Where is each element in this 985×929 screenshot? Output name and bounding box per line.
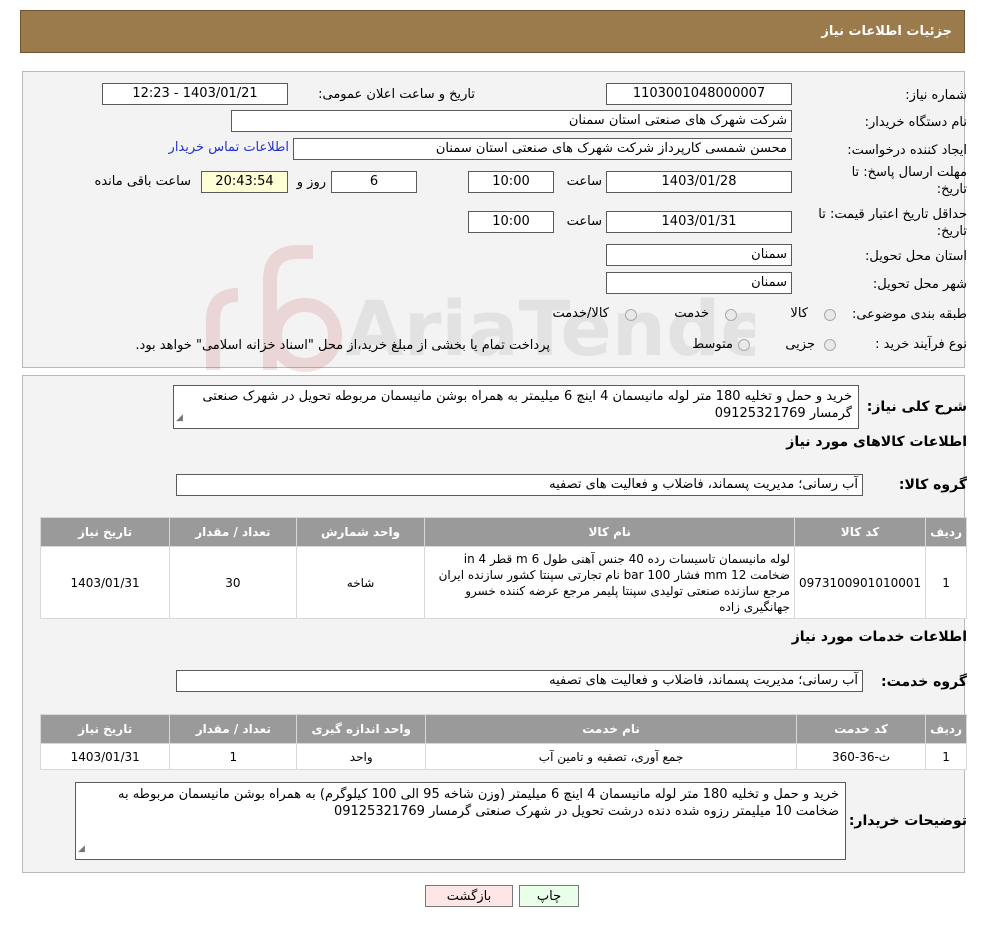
need-number-field: 1103001048000007 — [606, 83, 792, 105]
price-validity-time-field: 10:00 — [468, 211, 554, 233]
services-row-number: 1 — [925, 743, 967, 770]
services-group-field: آب رسانی؛ مدیریت پسماند، فاضلاب و فعالیت… — [176, 670, 863, 692]
process-radio-medium[interactable] — [738, 339, 750, 351]
days-label: روز و — [296, 175, 326, 190]
goods-col-unit: واحد شمارش — [295, 517, 426, 547]
services-col-code: کد خدمت — [795, 714, 927, 744]
deadline-date-label: تاریخ: — [936, 182, 967, 197]
announce-label: تاریخ و ساعت اعلان عمومی: — [318, 87, 475, 102]
buyer-notes-text: خرید و حمل و تخلیه 180 متر لوله مانیسمان… — [75, 782, 846, 860]
goods-table-header: ردیف کد کالا نام کالا واحد شمارش تعداد /… — [39, 517, 967, 547]
summary-content: خرید و حمل و تخلیه 180 متر لوله مانیسمان… — [202, 389, 852, 421]
remaining-time-label: ساعت باقی مانده — [94, 174, 191, 189]
goods-group-field: آب رسانی؛ مدیریت پسماند، فاضلاب و فعالیت… — [176, 474, 863, 496]
buyer-org-label: نام دستگاه خریدار: — [864, 115, 967, 130]
services-col-qty: تعداد / مقدار — [169, 714, 298, 744]
goods-table: ردیف کد کالا نام کالا واحد شمارش تعداد /… — [39, 517, 967, 619]
services-row-qty: 1 — [169, 743, 298, 770]
category-radio-goods[interactable] — [824, 309, 836, 321]
buyer-org-field: شرکت شهرک های صنعتی استان سمنان — [231, 110, 792, 132]
deadline-time-label: ساعت — [566, 174, 602, 189]
goods-col-name: نام کالا — [424, 517, 795, 547]
category-radio-goods-service[interactable] — [625, 309, 637, 321]
services-col-row: ردیف — [925, 714, 967, 744]
price-validity-time-label: ساعت — [566, 214, 602, 229]
price-validity-date-field: 1403/01/31 — [606, 211, 792, 233]
category-radio-service[interactable] — [725, 309, 737, 321]
creator-field: محسن شمسی کارپرداز شرکت شهرک های صنعتی ا… — [293, 138, 792, 160]
province-field: سمنان — [606, 244, 792, 266]
services-row-code: ث-36-360 — [795, 743, 927, 770]
table-row: 1 ث-36-360 جمع آوری، تصفیه و تامین آب وا… — [39, 743, 967, 770]
goods-row-date: 1403/01/31 — [39, 546, 171, 619]
services-col-name: نام خدمت — [425, 714, 797, 744]
remaining-time-field: 20:43:54 — [201, 171, 288, 193]
buyer-contact-link[interactable]: اطلاعات تماس خریدار — [169, 140, 289, 155]
process-radio-minor[interactable] — [824, 339, 836, 351]
summary-text: خرید و حمل و تخلیه 180 متر لوله مانیسمان… — [173, 385, 859, 429]
process-note: پرداخت تمام یا بخشی از مبلغ خرید،از محل … — [135, 338, 550, 353]
services-group-label: گروه خدمت: — [881, 674, 967, 690]
services-table-header: ردیف کد خدمت نام خدمت واحد اندازه گیری ت… — [39, 714, 967, 744]
goods-row-unit: شاخه — [295, 546, 426, 619]
city-label: شهر محل تحویل: — [872, 277, 967, 292]
goods-col-code: کد کالا — [793, 517, 927, 547]
creator-label: ایجاد کننده درخواست: — [847, 143, 967, 158]
watermark-text: AriaTender.neT — [345, 284, 755, 373]
need-number-label: شماره نیاز: — [905, 88, 967, 103]
category-option-goods-service: کالا/خدمت — [552, 306, 609, 321]
days-field: 6 — [331, 171, 417, 193]
goods-col-qty: تعداد / مقدار — [169, 517, 297, 547]
resize-grip-icon[interactable]: ◢ — [176, 410, 183, 427]
deadline-label: مهلت ارسال پاسخ: تا — [851, 165, 967, 180]
announce-field: 1403/01/21 - 12:23 — [102, 83, 288, 105]
process-option-minor: جزیی — [785, 337, 815, 352]
goods-col-date: تاریخ نیاز — [39, 517, 171, 547]
services-section-title: اطلاعات خدمات مورد نیاز — [791, 629, 967, 645]
services-col-unit: واحد اندازه گیری — [296, 714, 427, 744]
page-title: جزئیات اطلاعات نیاز — [821, 24, 952, 39]
process-label: نوع فرآیند خرید : — [875, 337, 967, 352]
services-row-date: 1403/01/31 — [39, 743, 171, 770]
goods-section-title: اطلاعات کالاهای مورد نیاز — [786, 434, 967, 450]
page-header: جزئیات اطلاعات نیاز — [20, 10, 965, 53]
buyer-notes-content: خرید و حمل و تخلیه 180 متر لوله مانیسمان… — [117, 787, 839, 819]
goods-group-label: گروه کالا: — [898, 477, 967, 493]
goods-col-row: ردیف — [925, 517, 967, 547]
services-row-unit: واحد — [296, 743, 427, 770]
print-button-label: چاپ — [536, 888, 562, 904]
back-button[interactable]: بازگشت — [425, 885, 513, 907]
services-table: ردیف کد خدمت نام خدمت واحد اندازه گیری ت… — [39, 714, 967, 770]
category-option-goods: کالا — [790, 306, 808, 321]
goods-row-number: 1 — [925, 546, 967, 619]
services-row-name: جمع آوری، تصفیه و تامین آب — [425, 743, 797, 770]
services-col-date: تاریخ نیاز — [39, 714, 171, 744]
summary-label: شرح کلی نیاز: — [866, 399, 967, 415]
back-button-label: بازگشت — [446, 888, 492, 904]
process-option-medium: متوسط — [692, 337, 733, 352]
resize-grip-icon[interactable]: ◢ — [78, 841, 85, 858]
print-button[interactable]: چاپ — [519, 885, 579, 907]
province-label: استان محل تحویل: — [865, 249, 967, 264]
table-row: 1 0973100901010001 لوله مانیسمان تاسیسات… — [39, 546, 967, 619]
buyer-notes-label: توضیحات خریدار: — [848, 813, 967, 829]
goods-row-name: لوله مانیسمان تاسیسات رده 40 جنس آهنی طو… — [424, 546, 795, 619]
price-validity-label: حداقل تاریخ اعتبار قیمت: تا — [818, 207, 967, 222]
goods-row-qty: 30 — [169, 546, 297, 619]
category-label: طبقه بندی موضوعی: — [851, 307, 967, 322]
price-validity-date-label: تاریخ: — [936, 224, 967, 239]
deadline-date-field: 1403/01/28 — [606, 171, 792, 193]
category-option-service: خدمت — [674, 306, 709, 321]
deadline-time-field: 10:00 — [468, 171, 554, 193]
goods-row-code: 0973100901010001 — [793, 546, 927, 619]
city-field: سمنان — [606, 272, 792, 294]
